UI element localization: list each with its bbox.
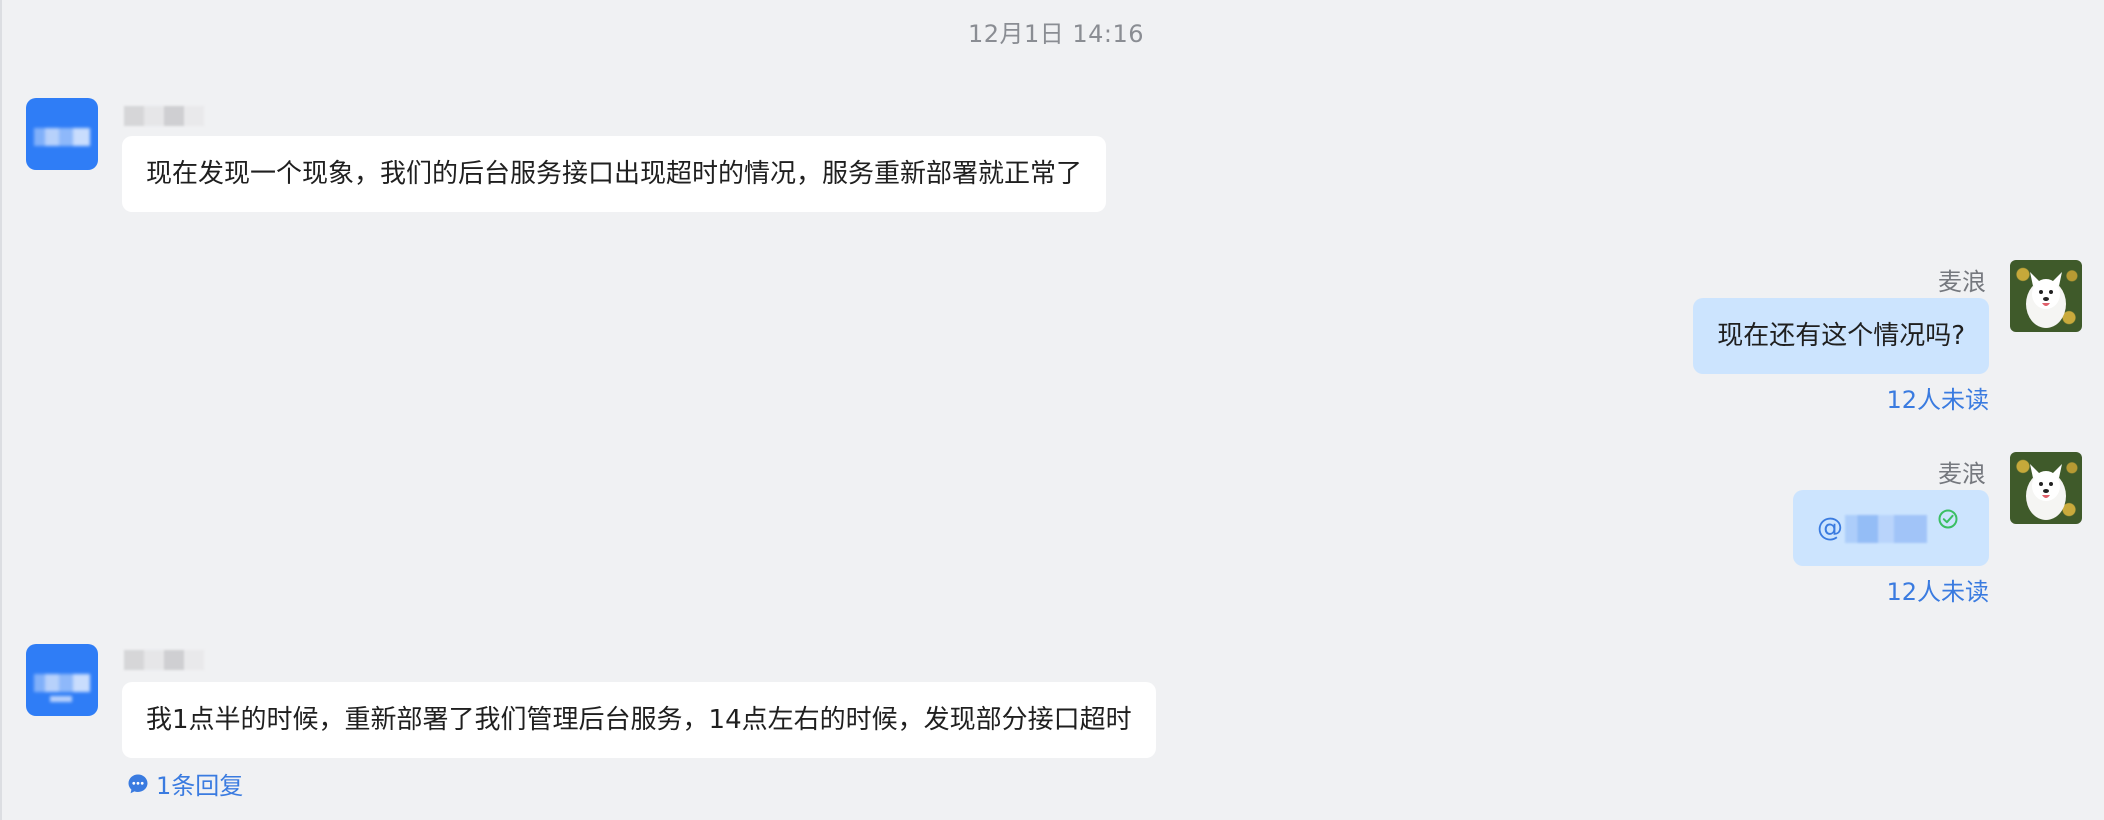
avatar-blur [50,696,72,702]
avatar-blur [34,674,90,692]
reply-count-label: 1条回复 [156,772,244,800]
window-edge [0,0,2,820]
dog-avatar-image [2026,272,2066,328]
reply-thread-link[interactable]: 1条回复 [126,766,243,801]
message-text: 我1点半的时候，重新部署了我们管理后台服务，14点左右的时候，发现部分接口超时 [146,705,1132,735]
avatar-blur [34,128,90,146]
message-bubble[interactable]: 现在发现一个现象，我们的后台服务接口出现超时的情况，服务重新部署就正常了 [122,136,1107,212]
sender-name: 麦浪 [1938,268,1986,296]
mention-at-symbol: @ [1817,513,1843,543]
mention-text[interactable]: @ [1817,513,1927,543]
avatar[interactable] [26,644,98,716]
sender-name-redacted [124,106,204,126]
message-bubble[interactable]: 我1点半的时候，重新部署了我们管理后台服务，14点左右的时候，发现部分接口超时 [122,682,1156,758]
mention-name-redacted [1845,514,1927,543]
dog-avatar-image [2026,464,2066,520]
message-text: 现在还有这个情况吗? [1717,321,1965,351]
mention-bubble[interactable]: @ [1793,490,1989,566]
chat-bubble-icon [128,774,148,793]
chat-timestamp: 12月1日 14:16 [967,20,1145,48]
unread-status[interactable]: 12人未读 [1886,380,1989,415]
unread-status[interactable]: 12人未读 [1886,572,1989,607]
message-text: 现在发现一个现象，我们的后台服务接口出现超时的情况，服务重新部署就正常了 [146,159,1083,189]
sender-name-redacted [124,650,204,670]
avatar[interactable] [26,98,98,170]
sender-name: 麦浪 [1938,460,1986,488]
avatar[interactable] [2010,260,2082,332]
check-circle-icon [1938,509,1958,529]
avatar[interactable] [2010,452,2082,524]
message-bubble-self[interactable]: 现在还有这个情况吗? [1693,298,1989,374]
